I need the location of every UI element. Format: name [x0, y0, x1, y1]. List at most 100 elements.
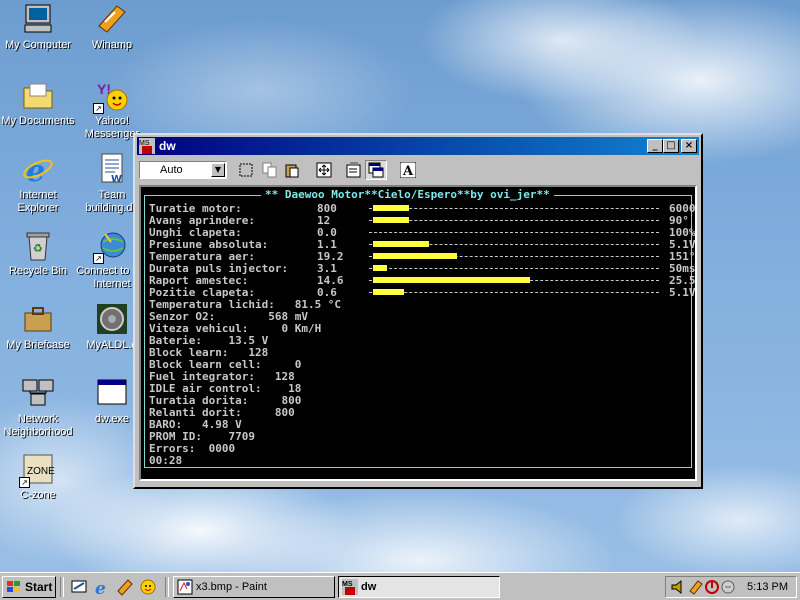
winamp-tray-icon[interactable]: [688, 579, 704, 595]
myaldl-icon: [95, 302, 129, 336]
task-label: x3.bmp - Paint: [196, 581, 267, 593]
desktop-icon-yahoo-messenger[interactable]: Y! ↗ Yahoo! Messenger: [74, 78, 150, 141]
connect-internet-icon: ↗: [93, 228, 129, 264]
task-button-paint[interactable]: x3.bmp - Paint: [173, 576, 335, 598]
minimize-icon: _: [652, 140, 658, 151]
my-computer-icon: [21, 2, 55, 36]
taskbar-separator: [60, 577, 64, 597]
console-area[interactable]: ** Daewoo Motor**Cielo/Espero**by ovi_je…: [139, 185, 697, 481]
dw-exe-icon: [95, 376, 129, 410]
desktop-icon-recycle-bin[interactable]: ♻ Recycle Bin: [0, 228, 76, 278]
desktop-icon-label: Winamp: [91, 39, 133, 51]
svg-text:e: e: [26, 154, 45, 186]
fullscreen-icon: [316, 162, 332, 178]
desktop-icon-winamp[interactable]: Winamp: [74, 2, 150, 52]
tray-app-icon[interactable]: [704, 579, 720, 595]
fullscreen-button[interactable]: [313, 160, 335, 180]
system-tray: 5:13 PM: [665, 576, 797, 598]
desktop-icon-my-documents[interactable]: My Documents: [0, 78, 76, 128]
svg-text:W: W: [111, 174, 122, 185]
desktop-icon-label: Recycle Bin: [8, 265, 68, 277]
maximize-button[interactable]: □: [663, 139, 679, 153]
gauge-track: [369, 292, 659, 293]
gauge-bar: [369, 251, 664, 263]
network-icon: [21, 376, 55, 410]
desktop-icon-label: My Computer: [4, 39, 72, 51]
minimize-button[interactable]: _: [647, 139, 663, 153]
taskbar-separator: [165, 577, 169, 597]
winamp-quicklaunch-icon[interactable]: [116, 578, 134, 596]
chevron-down-icon[interactable]: ▼: [211, 163, 225, 177]
recycle-bin-icon: ♻: [21, 228, 55, 262]
desktop-icon-my-briefcase[interactable]: My Briefcase: [0, 302, 76, 352]
mark-button[interactable]: [235, 160, 257, 180]
gauge-bar: [369, 203, 664, 215]
gauge-fill: [373, 289, 404, 295]
desktop-icon-network-neighborhood[interactable]: Network Neighborhood: [0, 376, 76, 439]
console-line: 00:28: [149, 454, 183, 467]
console-header: ** Daewoo Motor**Cielo/Espero**by ovi_je…: [261, 188, 554, 201]
copy-icon: [262, 162, 277, 178]
tray-status-icon[interactable]: [720, 579, 736, 595]
yahoo-messenger-icon: Y! ↗: [93, 78, 129, 114]
font-size-combo[interactable]: Auto ▼: [139, 161, 227, 179]
shortcut-arrow-icon: ↗: [93, 253, 104, 264]
properties-icon: [346, 162, 361, 178]
window-toolbar: Auto ▼ A: [137, 157, 699, 183]
start-button[interactable]: Start: [2, 576, 56, 598]
svg-text:♻: ♻: [33, 242, 43, 255]
svg-text:MS: MS: [139, 140, 150, 147]
gauge-max: 5.1V: [669, 286, 696, 299]
gauge-bar: [369, 263, 664, 275]
gauge-fill: [373, 277, 530, 283]
background-icon: [368, 162, 384, 178]
yahoo-quicklaunch-icon[interactable]: [139, 578, 157, 596]
window-titlebar[interactable]: MS dw _ □ ×: [137, 137, 699, 155]
svg-text:e: e: [95, 579, 106, 596]
shortcut-arrow-icon: ↗: [93, 103, 104, 114]
taskbar: Start e x3.bmp - Paint MS dw 5:13 PM: [0, 572, 800, 600]
desktop-icon-czone[interactable]: ZONE ↗ C-zone: [0, 452, 76, 502]
show-desktop-icon[interactable]: [70, 578, 88, 596]
internet-explorer-icon: e: [21, 152, 55, 189]
desktop-icon-internet-explorer[interactable]: e Internet Explorer: [0, 152, 76, 215]
briefcase-icon: [21, 302, 55, 336]
svg-text:ZONE: ZONE: [27, 466, 55, 477]
window-title: dw: [159, 139, 176, 153]
gauge-track: [369, 220, 659, 221]
volume-icon[interactable]: [670, 579, 688, 595]
internet-explorer-quicklaunch-icon[interactable]: e: [93, 578, 111, 599]
task-button-dw[interactable]: MS dw: [338, 576, 500, 598]
dw-window[interactable]: MS dw _ □ × Auto ▼ A ** Daewoo Motor**Ci…: [133, 133, 703, 489]
gauge-bar: [369, 215, 664, 227]
desktop-icon-label: Network Neighborhood: [3, 413, 73, 438]
gauge-fill: [373, 253, 457, 259]
desktop-icon-label: My Briefcase: [6, 339, 70, 351]
gauge-bar: [369, 287, 664, 299]
close-icon: ×: [684, 140, 694, 151]
clock[interactable]: 5:13 PM: [747, 581, 788, 593]
start-label: Start: [25, 580, 53, 594]
gauge-fill: [373, 205, 409, 211]
font-button[interactable]: A: [397, 160, 419, 180]
maximize-icon: □: [666, 140, 676, 151]
font-icon: A: [400, 162, 416, 178]
desktop-icon-my-computer[interactable]: My Computer: [0, 2, 76, 52]
svg-text:MS: MS: [342, 581, 353, 588]
gauge-fill: [373, 217, 409, 223]
gauge-track: [369, 268, 659, 269]
properties-button[interactable]: [343, 160, 365, 180]
copy-button[interactable]: [259, 160, 281, 180]
word-document-icon: W: [95, 152, 129, 186]
gauge-track: [369, 232, 659, 233]
desktop-icon-label: Internet Explorer: [17, 189, 59, 214]
mark-icon: [239, 163, 253, 177]
gauge-fill: [373, 241, 429, 247]
background-button[interactable]: [365, 160, 387, 180]
gauge-bar: [369, 275, 664, 287]
paste-button[interactable]: [281, 160, 303, 180]
gauge-track: [369, 208, 659, 209]
paste-icon: [285, 164, 299, 178]
close-button[interactable]: ×: [681, 139, 697, 153]
gauge-bar: [369, 239, 664, 251]
